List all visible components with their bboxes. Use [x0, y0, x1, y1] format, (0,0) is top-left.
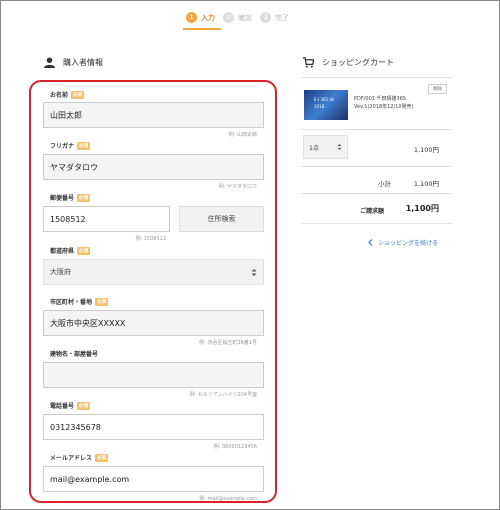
continue-shopping-label: ショッピングを続ける — [378, 240, 439, 247]
kana-hint: 例: ヤマダタロウ — [218, 184, 257, 190]
phone-label: 電話番号 必須 — [50, 401, 91, 410]
phone-label-text: 電話番号 — [50, 403, 75, 410]
required-badge: 必須 — [95, 297, 109, 306]
email-field[interactable]: mail@example.com — [43, 466, 264, 492]
required-badge: 必須 — [77, 193, 91, 202]
city-label-text: 市区町村・番地 — [50, 299, 93, 306]
building-hint: 例: セルリアンハイツ204号室 — [189, 392, 257, 398]
email-label: メールアドレス 必須 — [50, 453, 109, 462]
delete-item-button[interactable]: 削除 — [428, 84, 447, 94]
cart-divider — [301, 77, 452, 78]
step-label: 完了 — [275, 13, 289, 22]
subtotal-label: 小計 — [378, 180, 391, 188]
postal-label-text: 郵便番号 — [50, 195, 75, 202]
continue-shopping-link[interactable]: ショッピングを続ける — [368, 238, 438, 247]
step-number: 3 — [260, 12, 271, 23]
city-field[interactable]: 大阪市中央区XXXXX — [43, 310, 264, 336]
select-arrows-icon — [337, 144, 342, 150]
total-label: ご請求額 — [360, 208, 385, 215]
prefecture-label-text: 都道府県 — [50, 248, 75, 255]
cart-divider — [301, 193, 452, 194]
product-thumbnail: E-I 365 Ve 2018... — [304, 90, 348, 120]
prefecture-selected: 大阪府 — [50, 268, 71, 276]
cart-divider — [301, 223, 452, 224]
quantity-select[interactable]: 1点 — [303, 135, 348, 159]
city-hint: 例: 渋谷区桜丘町26番1号 — [199, 340, 257, 346]
quantity-value: 1点 — [309, 144, 319, 152]
city-label: 市区町村・番地 必須 — [50, 297, 109, 306]
building-label-text: 建物名・部屋番号 — [50, 351, 99, 358]
required-badge: 必須 — [71, 90, 85, 99]
subtotal-value: 1,100円 — [413, 180, 439, 188]
product-name: PDF/001 千田晴雄365 Vev.1(2018年12/10発売) — [354, 96, 414, 110]
total-value: 1,100円 — [405, 204, 439, 213]
thumbnail-text: 2018... — [314, 104, 328, 109]
cart-heading: ショッピングカート — [303, 57, 394, 68]
user-icon — [44, 57, 55, 68]
step-number: 2 — [223, 12, 234, 23]
phone-field[interactable]: 0312345678 — [43, 414, 264, 440]
buyer-info-heading: 購入者情報 — [44, 57, 103, 68]
chevron-left-icon — [368, 239, 373, 246]
email-hint: 例: mail@example.com — [199, 496, 257, 502]
phone-hint: 例: 08000123456 — [213, 444, 257, 450]
address-search-button[interactable]: 住所検索 — [179, 206, 264, 232]
name-hint: 例: 山田太郎 — [228, 132, 257, 138]
postal-label: 郵便番号 必須 — [50, 193, 91, 202]
building-field[interactable] — [43, 362, 264, 388]
postal-hint: 例: 1508512 — [135, 236, 166, 242]
cart-title: ショッピングカート — [322, 58, 394, 67]
select-arrows-icon — [251, 268, 257, 276]
kana-label: フリガナ 必須 — [50, 141, 91, 150]
active-step-underline — [183, 28, 221, 30]
required-badge: 必須 — [77, 401, 91, 410]
email-label-text: メールアドレス — [50, 455, 93, 462]
building-label: 建物名・部屋番号 — [50, 349, 98, 358]
step-number: 1 — [186, 12, 197, 23]
step-confirm: 2 確認 — [223, 12, 252, 23]
postal-code-field[interactable]: 1508512 — [43, 206, 170, 232]
step-label: 確認 — [238, 13, 252, 22]
line-price: 1,100円 — [413, 146, 439, 154]
step-label: 入力 — [201, 13, 215, 22]
required-badge: 必須 — [95, 453, 109, 462]
name-label-text: お名前 — [50, 92, 69, 99]
name-field[interactable]: 山田太郎 — [43, 102, 264, 128]
required-badge: 必須 — [77, 141, 91, 150]
checkout-steps: 1 入力 2 確認 3 完了 — [186, 12, 297, 23]
kana-label-text: フリガナ — [50, 143, 75, 150]
step-input: 1 入力 — [186, 12, 215, 23]
cart-divider — [301, 129, 452, 130]
thumbnail-text: E-I 365 Ve — [314, 97, 335, 102]
prefecture-select[interactable]: 大阪府 — [43, 259, 264, 285]
cart-divider — [301, 166, 452, 167]
buyer-info-title: 購入者情報 — [63, 58, 103, 67]
required-badge: 必須 — [77, 246, 91, 255]
name-label: お名前 必須 — [50, 90, 85, 99]
prefecture-label: 都道府県 必須 — [50, 246, 91, 255]
cart-icon — [303, 57, 314, 68]
kana-field[interactable]: ヤマダタロウ — [43, 154, 264, 180]
step-complete: 3 完了 — [260, 12, 289, 23]
